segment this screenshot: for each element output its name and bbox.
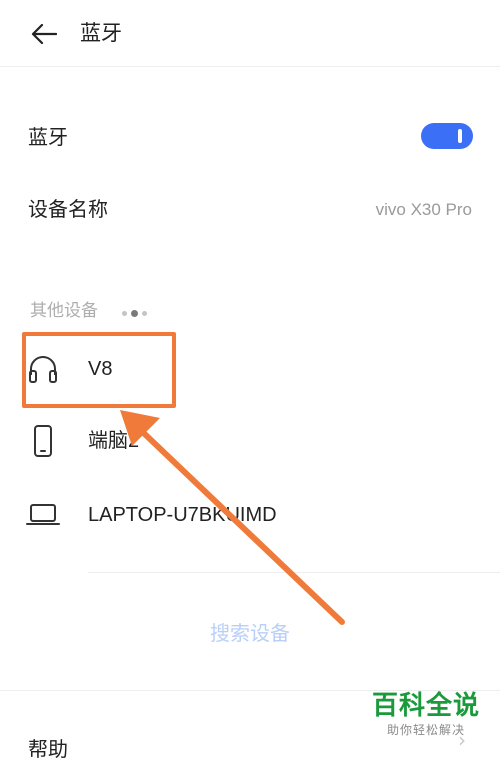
annotation-arrow-icon — [120, 410, 345, 625]
watermark-subtitle: 助你轻松解决 — [387, 723, 466, 737]
watermark-title: 百科全说 — [372, 691, 481, 721]
watermark: 百科全说 助你轻松解决 — [372, 690, 480, 738]
